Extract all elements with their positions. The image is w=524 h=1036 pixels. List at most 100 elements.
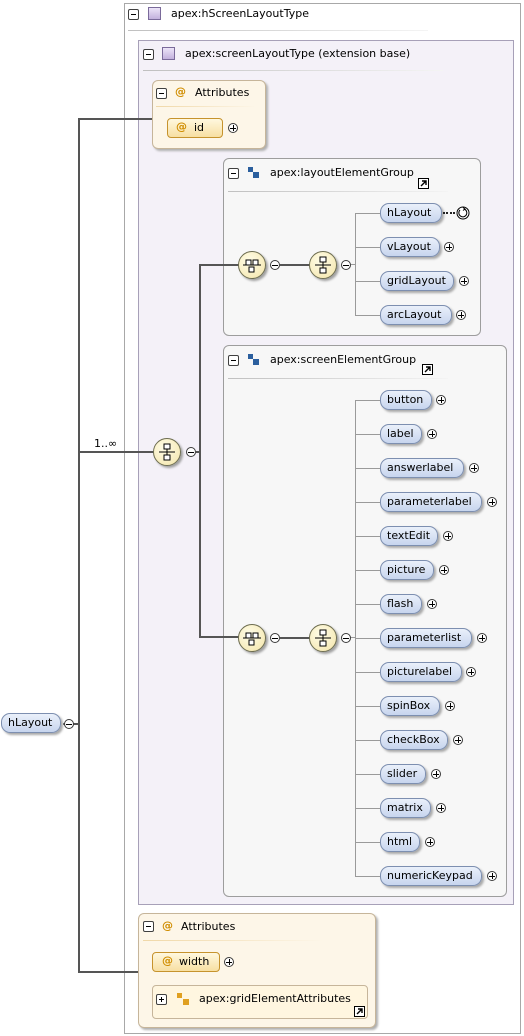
sequence-compositor-outer[interactable] — [153, 438, 181, 466]
choice-compositor-screen[interactable] — [238, 624, 266, 652]
collapse-attributes-bottom-button[interactable] — [143, 921, 154, 932]
sequence-compositor-layout[interactable] — [309, 251, 337, 279]
screen-group-separator — [228, 378, 448, 379]
screen-item-label: answerlabel — [387, 461, 454, 474]
extension-type-icon — [162, 47, 175, 60]
expand-id-button[interactable] — [228, 123, 238, 133]
element-layout-vlayout[interactable]: vLayout — [380, 237, 440, 257]
expand-vlayout-button[interactable] — [444, 242, 454, 252]
element-screen-html[interactable]: html — [380, 832, 420, 852]
expand-spinbox-button[interactable] — [445, 701, 455, 711]
connector — [78, 451, 154, 453]
element-screen-numerickeypad[interactable]: numericKeypad — [380, 866, 482, 886]
element-screen-label[interactable]: label — [380, 424, 422, 444]
connector — [355, 604, 380, 605]
collapse-sequence-outer[interactable] — [186, 447, 196, 457]
layout-group-link-icon[interactable] — [418, 178, 429, 189]
screen-item-label: flash — [387, 597, 414, 610]
element-screen-textedit[interactable]: textEdit — [380, 526, 438, 546]
element-screen-flash[interactable]: flash — [380, 594, 422, 614]
element-screen-spinbox[interactable]: spinBox — [380, 696, 440, 716]
element-screen-slider[interactable]: slider — [380, 764, 426, 784]
collapse-root-button[interactable] — [128, 9, 139, 20]
connector — [355, 706, 380, 707]
element-screen-picture[interactable]: picture — [380, 560, 434, 580]
root-separator — [128, 30, 428, 31]
screen-group-link-icon[interactable] — [422, 364, 433, 375]
expand-gridlayout-button[interactable] — [459, 276, 469, 286]
expand-flash-button[interactable] — [427, 599, 437, 609]
collapse-extension-button[interactable] — [143, 49, 154, 60]
connector — [355, 536, 380, 537]
element-layout-hlayout[interactable]: hLayout — [380, 203, 442, 223]
connector — [355, 281, 380, 282]
expand-answerlabel-button[interactable] — [469, 463, 479, 473]
expand-numerickeypad-button[interactable] — [487, 871, 497, 881]
screen-item-label: parameterlabel — [387, 495, 472, 508]
element-layout-arclayout[interactable]: arcLayout — [380, 305, 452, 325]
collapse-element-button[interactable] — [64, 719, 74, 729]
connector — [280, 264, 310, 266]
layout-group-label: apex:layoutElementGroup — [270, 166, 414, 179]
expand-parameterlist-button[interactable] — [477, 633, 487, 643]
collapse-sequence-layout[interactable] — [341, 260, 351, 270]
screen-item-label: picture — [387, 563, 426, 576]
expand-textedit-button[interactable] — [443, 531, 453, 541]
element-layout-gridlayout[interactable]: gridLayout — [380, 271, 454, 291]
layout-item-label: arcLayout — [387, 308, 442, 321]
connector — [199, 636, 239, 638]
expand-slider-button[interactable] — [431, 769, 441, 779]
connector — [355, 570, 380, 571]
attribute-group-link-icon[interactable] — [354, 1006, 365, 1017]
recursion-icon[interactable] — [455, 205, 471, 221]
collapse-screen-group-button[interactable] — [228, 355, 239, 366]
element-screen-picturelabel[interactable]: picturelabel — [380, 662, 462, 682]
expand-html-button[interactable] — [425, 837, 435, 847]
collapse-attributes-top-button[interactable] — [156, 88, 167, 99]
element-screen-button[interactable]: button — [380, 390, 432, 410]
expand-button-button[interactable] — [436, 395, 446, 405]
connector — [78, 118, 80, 973]
expand-parameterlabel-button[interactable] — [487, 497, 497, 507]
attribute-id-icon: @ — [176, 120, 187, 133]
screen-group-icon — [248, 354, 260, 366]
element-screen-checkbox[interactable]: checkBox — [380, 730, 448, 750]
expand-arclayout-button[interactable] — [456, 310, 466, 320]
expand-width-button[interactable] — [224, 957, 234, 967]
connector — [355, 400, 380, 401]
attributes-top-separator — [156, 106, 256, 107]
extension-separator — [143, 70, 443, 71]
element-hlayout[interactable]: hLayout — [1, 713, 61, 733]
expand-picture-button[interactable] — [439, 565, 449, 575]
extension-label: apex:screenLayoutType (extension base) — [185, 47, 411, 60]
connector — [355, 213, 380, 214]
collapse-layout-group-button[interactable] — [228, 168, 239, 179]
screen-item-label: textEdit — [387, 529, 431, 542]
screen-item-label: html — [387, 835, 413, 848]
connector — [355, 213, 356, 315]
connector — [355, 808, 380, 809]
screen-group-label: apex:screenElementGroup — [270, 353, 417, 366]
expand-checkbox-button[interactable] — [453, 735, 463, 745]
width-label: width — [179, 955, 210, 968]
element-screen-parameterlist[interactable]: parameterlist — [380, 628, 472, 648]
group-icon — [248, 167, 260, 179]
expand-picturelabel-button[interactable] — [466, 667, 476, 677]
attributes-bottom-separator — [143, 940, 323, 941]
collapse-choice-screen[interactable] — [270, 633, 280, 643]
collapse-choice-layout[interactable] — [270, 260, 280, 270]
element-screen-parameterlabel[interactable]: parameterlabel — [380, 492, 482, 512]
collapse-sequence-screen[interactable] — [341, 633, 351, 643]
screen-item-label: parameterlist — [387, 631, 462, 644]
element-screen-matrix[interactable]: matrix — [380, 798, 431, 818]
expand-label-button[interactable] — [427, 429, 437, 439]
connector — [355, 842, 380, 843]
expand-attribute-group-button[interactable] — [156, 994, 167, 1005]
complex-type-icon — [148, 7, 161, 20]
sequence-compositor-screen[interactable] — [309, 624, 337, 652]
layout-item-label: vLayout — [387, 240, 431, 253]
element-screen-answerlabel[interactable]: answerlabel — [380, 458, 464, 478]
choice-compositor-layout[interactable] — [238, 251, 266, 279]
id-label: id — [194, 121, 205, 134]
expand-matrix-button[interactable] — [436, 803, 446, 813]
